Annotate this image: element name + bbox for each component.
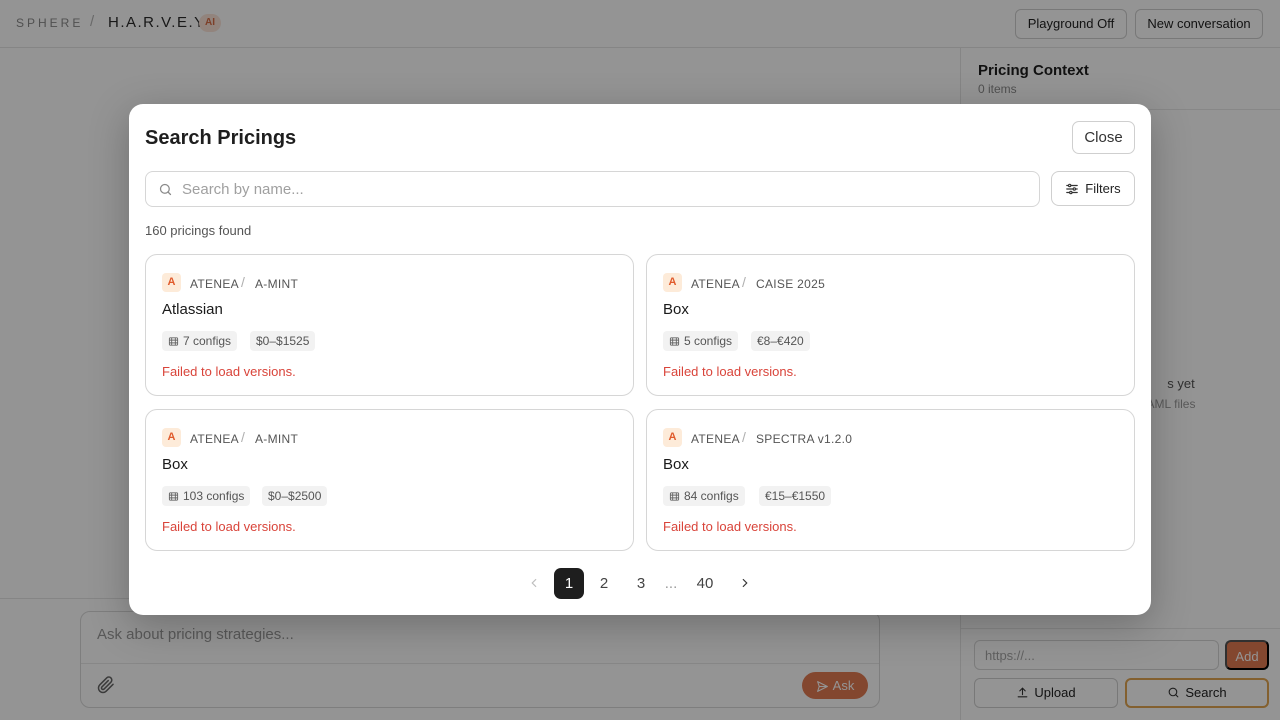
card-collection: SPECTRA v1.2.0 [756,432,853,446]
search-pricings-modal: Search Pricings Close Filters 160 pricin… [129,104,1151,615]
film-icon [168,337,179,346]
versions-error: Failed to load versions. [162,364,296,379]
configs-chip: 84 configs [663,486,745,506]
card-collection: CAISE 2025 [756,277,826,291]
configs-chip: 5 configs [663,331,739,351]
page-button[interactable]: 2 [594,568,614,599]
card-owner: ATENEA [691,277,740,291]
card-collection: A-MINT [255,277,299,291]
pricing-card[interactable]: A ATENEA / A-MINT Box 103 configs $0–$25… [145,409,634,551]
configs-count: 5 configs [684,334,733,348]
film-icon [669,492,680,501]
price-range-chip: €8–€420 [751,331,810,351]
film-icon [669,337,680,346]
configs-count: 84 configs [684,489,739,503]
pricing-card[interactable]: A ATENEA / A-MINT Atlassian 7 configs $0… [145,254,634,396]
card-owner: ATENEA [190,432,239,446]
versions-error: Failed to load versions. [663,364,797,379]
versions-error: Failed to load versions. [162,519,296,534]
page-button[interactable]: 3 [631,568,651,599]
configs-count: 103 configs [183,489,245,503]
configs-count: 7 configs [183,334,232,348]
price-range-chip: €15–€1550 [759,486,832,506]
price-range-chip: $0–$2500 [262,486,328,506]
next-page-button[interactable] [735,568,755,599]
owner-avatar: A [162,428,181,447]
film-icon [168,492,179,501]
filters-button-label: Filters [1085,181,1121,196]
card-breadcrumb-separator: / [742,274,746,290]
owner-avatar: A [663,428,682,447]
modal-title: Search Pricings [145,127,297,149]
versions-error: Failed to load versions. [663,519,797,534]
card-owner: ATENEA [190,277,239,291]
results-count: 160 pricings found [145,223,252,238]
prev-page-button[interactable] [524,568,544,599]
filters-button[interactable]: Filters [1051,171,1135,206]
card-collection: A-MINT [255,432,299,446]
card-title: Atlassian [162,301,223,318]
card-breadcrumb-separator: / [241,274,245,290]
card-title: Box [162,456,188,473]
card-owner: ATENEA [691,432,740,446]
configs-chip: 7 configs [162,331,238,351]
pricing-card[interactable]: A ATENEA / SPECTRA v1.2.0 Box 84 configs… [646,409,1135,551]
card-title: Box [663,456,689,473]
page-button-current[interactable]: 1 [554,568,584,599]
owner-avatar: A [663,273,682,292]
page-button-last[interactable]: 40 [690,568,720,599]
card-title: Box [663,301,689,318]
price-range-chip: $0–$1525 [250,331,316,351]
card-breadcrumb-separator: / [241,429,245,445]
card-breadcrumb-separator: / [742,429,746,445]
pricing-card[interactable]: A ATENEA / CAISE 2025 Box 5 configs €8–€… [646,254,1135,396]
pricing-search-input[interactable] [182,172,1022,206]
chevron-left-icon [531,578,537,588]
configs-chip: 103 configs [162,486,251,506]
page-ellipsis: ... [664,575,678,592]
search-icon [159,183,172,196]
pricing-search-box [145,171,1040,207]
chevron-right-icon [742,578,748,588]
owner-avatar: A [162,273,181,292]
close-button[interactable]: Close [1072,121,1135,154]
sliders-icon [1066,183,1079,195]
